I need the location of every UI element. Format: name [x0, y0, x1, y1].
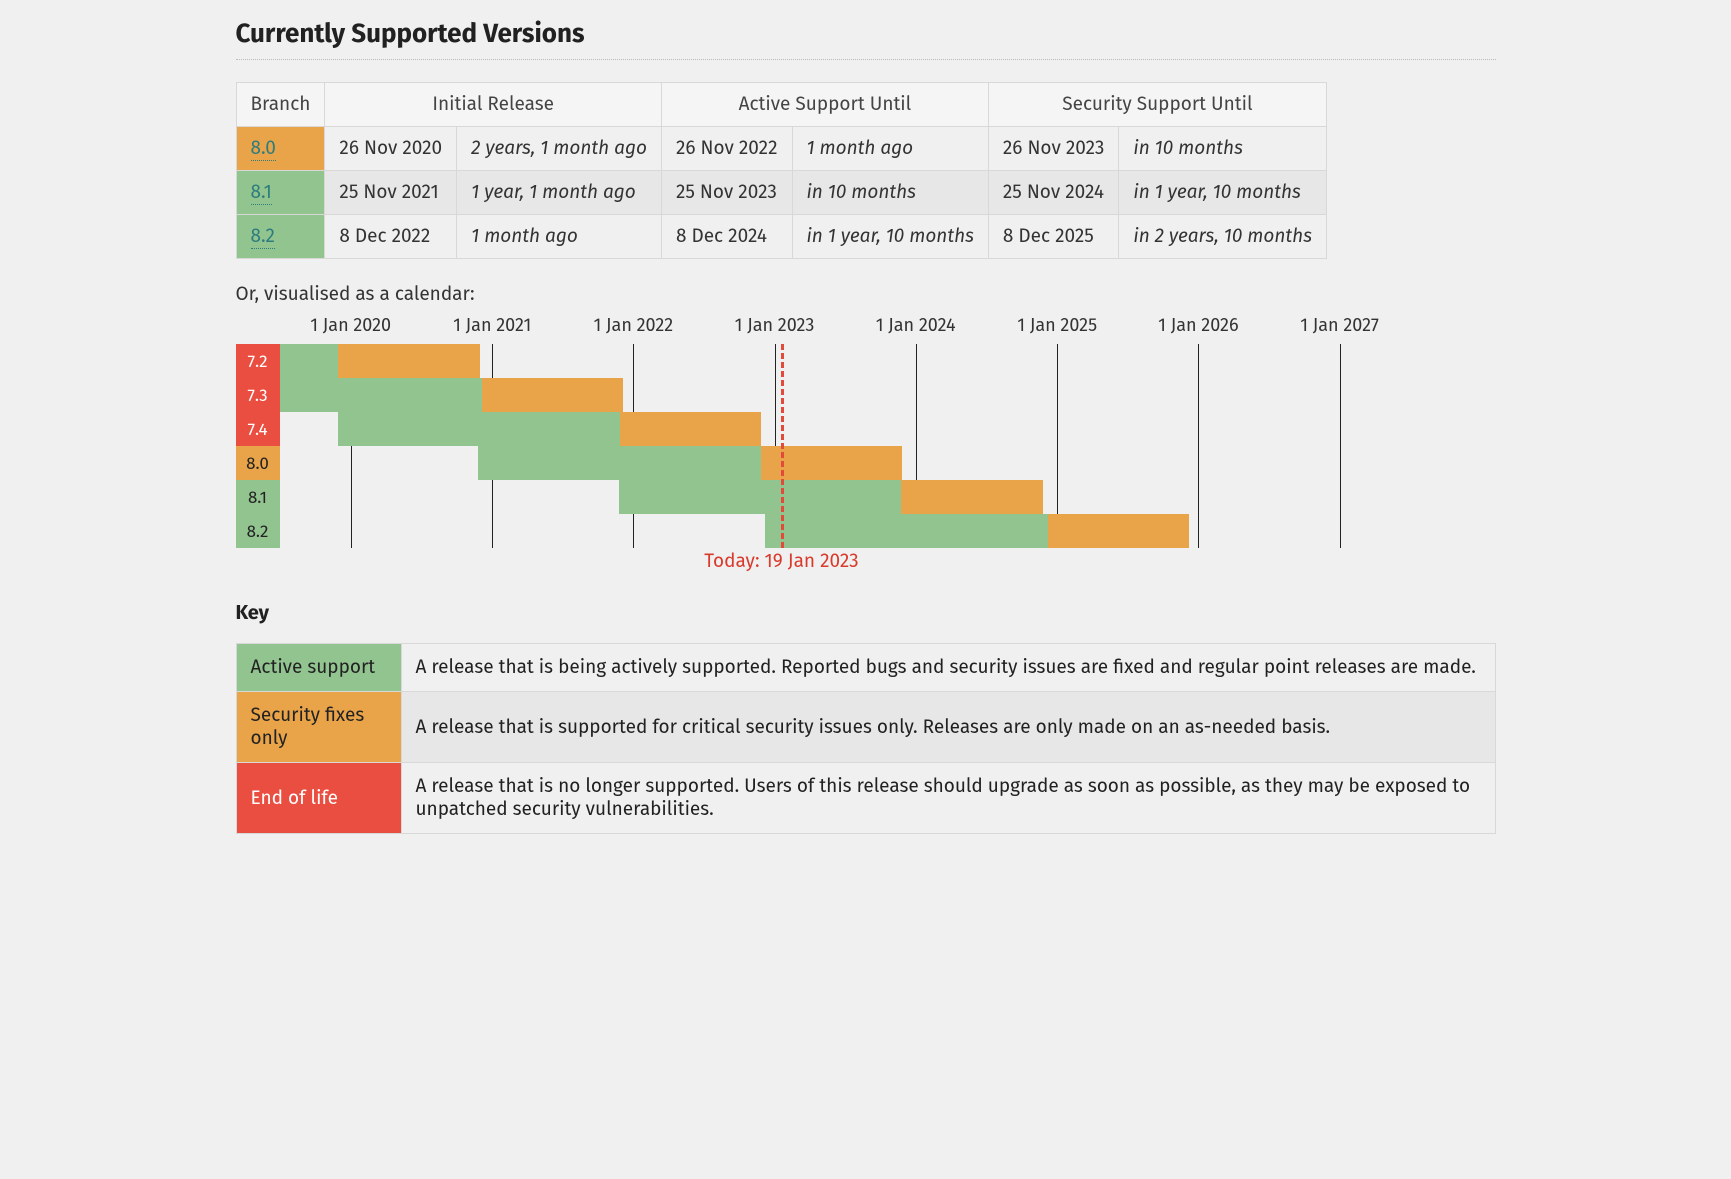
release-ago: 1 year, 1 month ago [457, 171, 662, 215]
security-until: 25 Nov 2024 [988, 171, 1119, 215]
x-tick-label: 1 Jan 2022 [593, 314, 673, 336]
release-date: 8 Dec 2022 [325, 215, 457, 259]
security-until: 26 Nov 2023 [988, 127, 1119, 171]
bar-active-support [478, 446, 760, 480]
key-desc: A release that is supported for critical… [401, 692, 1495, 763]
key-desc: A release that is no longer supported. U… [401, 763, 1495, 834]
today-line [781, 344, 784, 548]
x-tick-label: 1 Jan 2024 [876, 314, 956, 336]
branch-cell: 8.0 [236, 127, 325, 171]
timeline-row: 7.2 [236, 344, 1496, 378]
branch-cell: 8.1 [236, 171, 325, 215]
key-row: End of lifeA release that is no longer s… [236, 763, 1495, 834]
bar-active-support [765, 514, 1048, 548]
page-title: Currently Supported Versions [236, 18, 1496, 60]
key-desc: A release that is being actively support… [401, 644, 1495, 692]
bar-security-only [901, 480, 1043, 514]
bar-security-only [1048, 514, 1189, 548]
calendar-caption: Or, visualised as a calendar: [236, 283, 1496, 306]
active-ago: in 10 months [792, 171, 988, 215]
security-until: 8 Dec 2025 [988, 215, 1119, 259]
table-row: 8.026 Nov 20202 years, 1 month ago26 Nov… [236, 127, 1326, 171]
timeline-branch-label: 8.2 [236, 514, 280, 548]
key-swatch: End of life [236, 763, 401, 834]
x-tick-label: 1 Jan 2021 [453, 314, 531, 336]
branch-link[interactable]: 8.1 [251, 181, 272, 205]
key-swatch: Active support [236, 644, 401, 692]
key-heading: Key [236, 601, 1496, 625]
timeline-row: 8.1 [236, 480, 1496, 514]
timeline-branch-label: 7.2 [236, 344, 280, 378]
x-tick-label: 1 Jan 2027 [1300, 314, 1379, 336]
table-row: 8.2 8 Dec 20221 month ago8 Dec 2024in 1 y… [236, 215, 1326, 259]
col-security: Security Support Until [988, 83, 1326, 127]
release-date: 25 Nov 2021 [325, 171, 457, 215]
col-release: Initial Release [325, 83, 662, 127]
today-label: Today: 19 Jan 2023 [236, 550, 1328, 573]
timeline-branch-label: 7.3 [236, 378, 280, 412]
bar-active-support [338, 412, 621, 446]
x-tick-label: 1 Jan 2020 [310, 314, 391, 336]
timeline-branch-label: 8.1 [236, 480, 280, 514]
release-date: 26 Nov 2020 [325, 127, 457, 171]
active-ago: in 1 year, 10 months [792, 215, 988, 259]
table-row: 8.125 Nov 20211 year, 1 month ago25 Nov … [236, 171, 1326, 215]
col-active: Active Support Until [661, 83, 988, 127]
timeline-row: 7.4 [236, 412, 1496, 446]
bar-security-only [482, 378, 623, 412]
x-tick-label: 1 Jan 2025 [1017, 314, 1097, 336]
release-ago: 2 years, 1 month ago [457, 127, 662, 171]
timeline-branch-label: 8.0 [236, 446, 280, 480]
active-until: 26 Nov 2022 [661, 127, 792, 171]
timeline-row: 8.0 [236, 446, 1496, 480]
key-row: Security fixes onlyA release that is sup… [236, 692, 1495, 763]
bar-active-support [280, 378, 483, 412]
versions-table: Branch Initial Release Active Support Un… [236, 82, 1327, 259]
branch-link[interactable]: 8.0 [251, 137, 276, 161]
active-ago: 1 month ago [792, 127, 988, 171]
branch-cell: 8.2 [236, 215, 325, 259]
bar-security-only [620, 412, 761, 446]
key-swatch: Security fixes only [236, 692, 401, 763]
timeline-row: 7.3 [236, 378, 1496, 412]
col-branch: Branch [236, 83, 325, 127]
active-until: 25 Nov 2023 [661, 171, 792, 215]
security-ago: in 2 years, 10 months [1119, 215, 1327, 259]
bar-active-support [619, 480, 901, 514]
x-tick-label: 1 Jan 2026 [1158, 314, 1238, 336]
timeline-branch-label: 7.4 [236, 412, 280, 446]
security-ago: in 10 months [1119, 127, 1327, 171]
key-row: Active supportA release that is being ac… [236, 644, 1495, 692]
active-until: 8 Dec 2024 [661, 215, 792, 259]
support-calendar-chart: 1 Jan 2020 1 Jan 2021 1 Jan 2022 1 Jan 2023… [236, 314, 1496, 548]
x-tick-label: 1 Jan 2023 [735, 314, 815, 336]
bar-security-only [338, 344, 480, 378]
bar-active-support [280, 344, 339, 378]
release-ago: 1 month ago [457, 215, 662, 259]
key-table: Active supportA release that is being ac… [236, 643, 1496, 834]
branch-link[interactable]: 8.2 [251, 225, 275, 249]
security-ago: in 1 year, 10 months [1119, 171, 1327, 215]
timeline-row: 8.2 [236, 514, 1496, 548]
